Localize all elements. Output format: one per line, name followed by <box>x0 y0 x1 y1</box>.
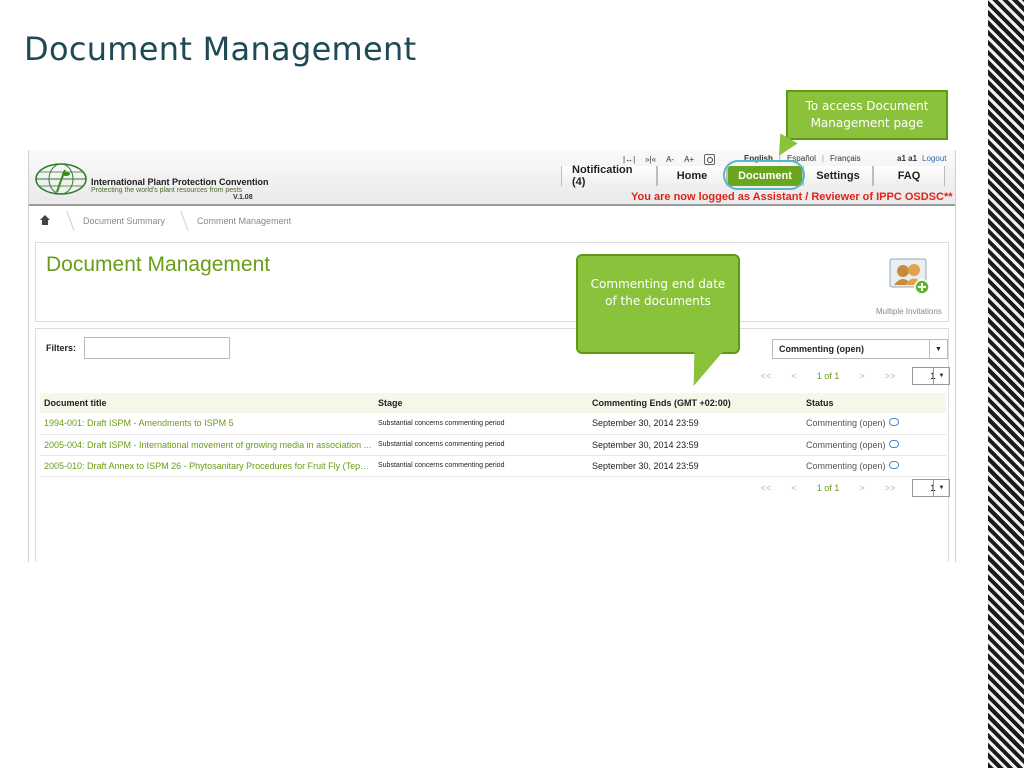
pager-next-button[interactable]: > <box>848 371 876 381</box>
ippc-globe-logo <box>35 163 87 195</box>
pager-first-button[interactable]: << <box>752 483 780 493</box>
table-row: 2005-004: Draft ISPM - International mov… <box>40 434 946 456</box>
status-text: Commenting (open) <box>806 418 886 429</box>
document-title-link[interactable]: 1994-001: Draft ISPM - Amendments to ISP… <box>44 418 234 428</box>
page-select[interactable]: 1 ▼ <box>912 479 950 497</box>
pager-top: << < 1 of 1 > >> 1 ▼ <box>752 367 950 385</box>
chevron-down-icon[interactable]: ▼ <box>929 340 947 358</box>
filters-input[interactable] <box>84 337 230 359</box>
org-name: International Plant Protection Conventio… <box>91 177 269 187</box>
pager-last-button[interactable]: >> <box>876 371 904 381</box>
status-text: Commenting (open) <box>806 439 886 450</box>
table-row: 1994-001: Draft ISPM - Amendments to ISP… <box>40 413 946 435</box>
lang-french-link[interactable]: Français <box>830 154 861 163</box>
chevron-down-icon[interactable]: ▼ <box>933 480 949 496</box>
app-header: International Plant Protection Conventio… <box>29 150 955 206</box>
comment-bubble-icon[interactable] <box>888 418 899 427</box>
column-header-status[interactable]: Status <box>802 393 946 413</box>
slide-title: Document Management <box>24 30 417 68</box>
title-panel: Document Management Multiple Invitations <box>35 242 949 322</box>
filters-label: Filters: <box>46 343 77 353</box>
width-narrow-button[interactable]: »|« <box>645 155 656 164</box>
stage-cell: Substantial concerns commenting period <box>374 434 588 456</box>
document-title-link[interactable]: 2005-010: Draft Annex to ISPM 26 - Phyto… <box>44 461 372 471</box>
pager-prev-button[interactable]: < <box>780 483 808 493</box>
login-status-message: You are now logged as Assistant / Review… <box>631 191 953 203</box>
comment-bubble-icon[interactable] <box>888 460 899 469</box>
status-cell: Commenting (open) <box>802 434 946 456</box>
document-table: Document title Stage Commenting Ends (GM… <box>40 393 946 477</box>
pager-first-button[interactable]: << <box>752 371 780 381</box>
pager-prev-button[interactable]: < <box>780 371 808 381</box>
font-decrease-button[interactable]: A- <box>666 155 674 164</box>
column-header-commenting-ends[interactable]: Commenting Ends (GMT +02:00) <box>588 393 802 413</box>
table-header-row: Document title Stage Commenting Ends (GM… <box>40 393 946 413</box>
font-increase-button[interactable]: A+ <box>684 155 694 164</box>
breadcrumb-separator <box>59 211 75 231</box>
breadcrumb-separator <box>173 211 189 231</box>
multiple-invitations-label[interactable]: Multiple Invitations <box>876 307 942 316</box>
commenting-ends-cell: September 30, 2014 23:59 <box>588 413 802 435</box>
commenting-ends-cell: September 30, 2014 23:59 <box>588 434 802 456</box>
pager-last-button[interactable]: >> <box>876 483 904 493</box>
multiple-invitations-icon[interactable] <box>888 257 930 295</box>
app-screenshot: International Plant Protection Conventio… <box>28 150 956 562</box>
breadcrumb: Document Summary Comment Management <box>29 208 955 234</box>
comment-bubble-icon[interactable] <box>888 439 899 448</box>
page-select[interactable]: 1 ▼ <box>912 367 950 385</box>
tab-faq[interactable]: FAQ <box>873 166 945 186</box>
status-filter-value: Commenting (open) <box>779 344 864 354</box>
status-cell: Commenting (open) <box>802 413 946 435</box>
tab-notification[interactable]: Notification (4) <box>561 164 657 188</box>
logout-link[interactable]: Logout <box>922 154 946 163</box>
table-row: 2005-010: Draft Annex to ISPM 26 - Phyto… <box>40 455 946 477</box>
column-header-stage[interactable]: Stage <box>374 393 588 413</box>
lang-separator: | <box>821 154 824 163</box>
breadcrumb-comment-management[interactable]: Comment Management <box>197 216 291 226</box>
user-name: a1 a1 <box>897 154 918 163</box>
home-icon[interactable] <box>39 215 51 227</box>
status-cell: Commenting (open) <box>802 455 946 477</box>
status-text: Commenting (open) <box>806 460 886 471</box>
status-filter-select[interactable]: Commenting (open) ▼ <box>772 339 948 359</box>
user-area: a1 a1 Logout <box>897 154 947 163</box>
decorative-side-strip <box>988 0 1024 768</box>
pager-current: 1 of 1 <box>816 483 840 493</box>
commenting-ends-cell: September 30, 2014 23:59 <box>588 455 802 477</box>
callout-document-access: To access Document Management page <box>786 90 948 140</box>
tab-home[interactable]: Home <box>657 166 727 186</box>
callout-commenting-end-date: Commenting end date of the documents <box>576 254 740 354</box>
org-tagline: Protecting the world's plant resources f… <box>91 187 243 194</box>
document-list-panel: Filters: Commenting (open) ▼ << < 1 of 1… <box>35 328 950 562</box>
pager-next-button[interactable]: > <box>848 483 876 493</box>
org-version: V.1.08 <box>233 194 253 201</box>
page-title: Document Management <box>46 253 271 276</box>
column-header-title[interactable]: Document title <box>40 393 374 413</box>
pager-current: 1 of 1 <box>816 371 840 381</box>
pager-bottom: << < 1 of 1 > >> 1 ▼ <box>752 479 950 497</box>
breadcrumb-document-summary[interactable]: Document Summary <box>83 216 165 226</box>
zoom-icon[interactable] <box>704 154 716 165</box>
document-tab-highlight-ring <box>723 160 805 190</box>
tab-settings[interactable]: Settings <box>803 166 873 186</box>
stage-cell: Substantial concerns commenting period <box>374 413 588 435</box>
document-title-link[interactable]: 2005-004: Draft ISPM - International mov… <box>44 440 371 450</box>
width-toggle-button[interactable]: |↔| <box>623 155 635 164</box>
chevron-down-icon[interactable]: ▼ <box>933 368 949 384</box>
stage-cell: Substantial concerns commenting period <box>374 455 588 477</box>
